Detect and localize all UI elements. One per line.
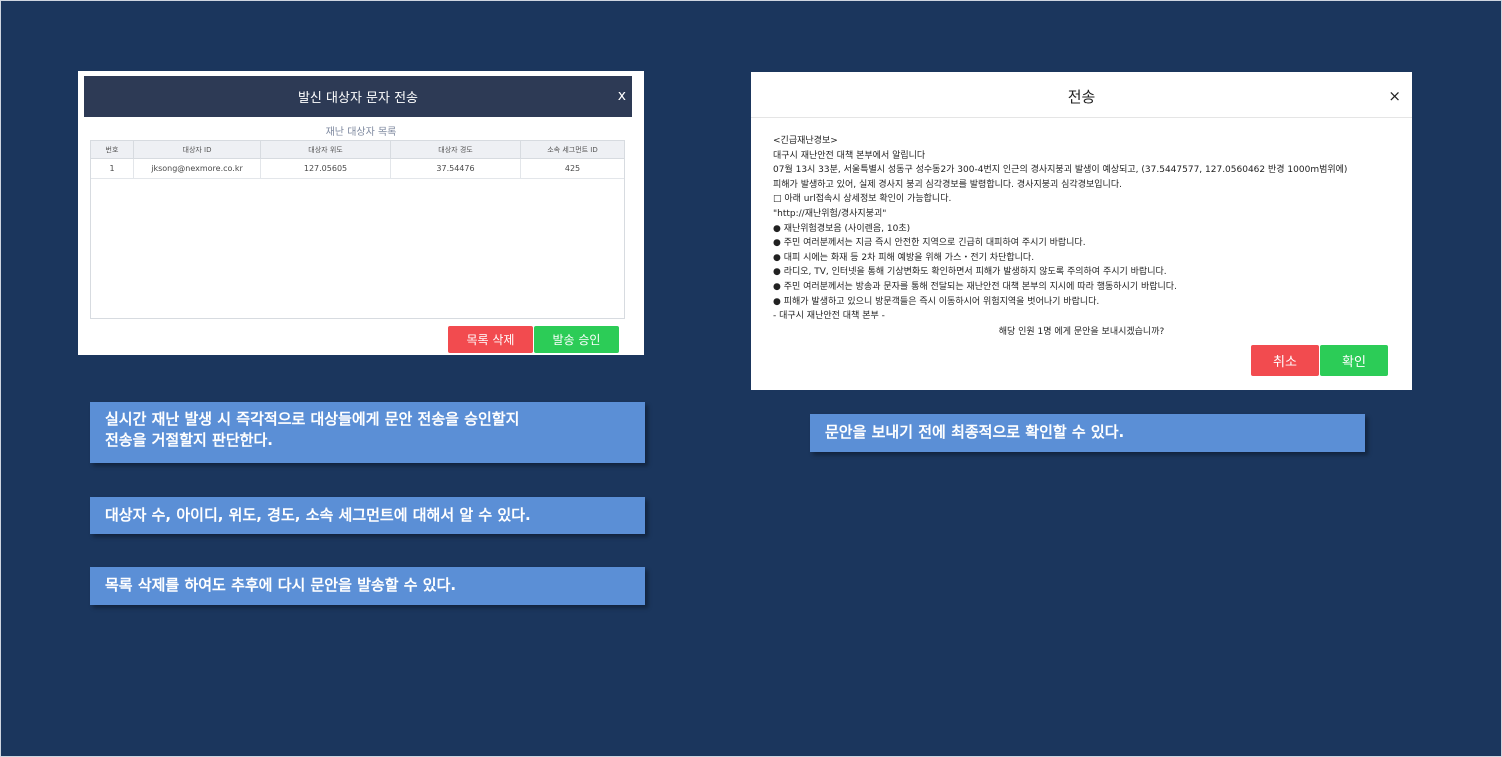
message-body: <긴급재난경보> 대구시 재난안전 대책 본부에서 알립니다 07월 13시 3… <box>773 134 1403 324</box>
caption-target-info: 대상자 수, 아이디, 위도, 경도, 소속 세그먼트에 대해서 알 수 있다. <box>90 497 645 534</box>
message-line: ● 대피 시에는 화재 등 2차 피해 예방을 위해 가스・전기 차단합니다. <box>773 252 1035 263</box>
dialog-header: 발신 대상자 문자 전송 x <box>84 76 632 117</box>
message-line: ● 주민 여러분께서는 지금 즉시 안전한 지역으로 긴급히 대피하여 주시기 … <box>773 238 1086 249</box>
column-header: 대상자 경도 <box>390 141 521 159</box>
cancel-button[interactable]: 취소 <box>1251 345 1319 376</box>
message-line: ● 라디오, TV, 인터넷을 통해 기상변화도 확인하면서 피해가 발생하지 … <box>773 267 1167 278</box>
message-line: ● 피해가 발생하고 있으니 방문객들은 즉시 이동하시어 위험지역을 벗어나기… <box>773 296 1100 307</box>
caption-line: 전송을 거절할지 판단한다. <box>105 431 273 449</box>
dialog-title: 전송 <box>1067 88 1096 106</box>
divider <box>751 117 1412 118</box>
message-line: □ 아래 url접속시 상세정보 확인이 가능합니다. <box>773 194 952 205</box>
caption-line: 목록 삭제를 하여도 추후에 다시 문안을 발송할 수 있다. <box>105 576 457 594</box>
column-header: 대상자 ID <box>133 141 261 159</box>
column-header: 번호 <box>91 141 134 159</box>
table-header-row: 번호 대상자 ID 대상자 위도 대상자 경도 소속 세그먼트 ID <box>91 141 624 159</box>
dialog-title: 발신 대상자 문자 전송 <box>297 91 419 106</box>
close-icon[interactable]: x <box>618 88 626 104</box>
table-cell: 127.05605 <box>260 158 391 179</box>
target-table: 번호 대상자 ID 대상자 위도 대상자 경도 소속 세그먼트 ID 1 jks… <box>90 140 625 319</box>
message-line: 피해가 발생하고 있어, 실제 경사지 붕괴 심각경보를 발령합니다. 경사지붕… <box>773 179 1122 190</box>
message-line: "http://재난위험/경사지붕괴" <box>773 208 887 219</box>
message-line: - 대구시 재난안전 대책 본부 - <box>773 311 885 322</box>
confirm-button[interactable]: 확인 <box>1320 345 1388 376</box>
table-row[interactable]: 1 jksong@nexmore.co.kr 127.05605 37.5447… <box>91 158 624 179</box>
send-confirm-dialog: 전송 × <긴급재난경보> 대구시 재난안전 대책 본부에서 알립니다 07월 … <box>751 72 1412 390</box>
delete-list-button[interactable]: 목록 삭제 <box>448 326 533 353</box>
message-line: 07월 13시 33분, 서울특별시 성동구 성수동2가 300-4번지 인근의… <box>773 165 1348 176</box>
caption-approve-or-reject: 실시간 재난 발생 시 즉각적으로 대상들에게 문안 전송을 승인할지 전송을 … <box>90 402 645 463</box>
caption-delete-list: 목록 삭제를 하여도 추후에 다시 문안을 발송할 수 있다. <box>90 567 645 605</box>
column-header: 소속 세그먼트 ID <box>520 141 624 159</box>
message-line: ● 주민 여러분께서는 방송과 문자를 통해 전달되는 재난안전 대책 본부의 … <box>773 281 1177 292</box>
caption-final-check: 문안을 보내기 전에 최종적으로 확인할 수 있다. <box>810 414 1365 452</box>
table-cell: 37.54476 <box>390 158 521 179</box>
send-target-dialog: 발신 대상자 문자 전송 x 재난 대상자 목록 번호 대상자 ID 대상자 위… <box>78 71 644 355</box>
table-cell: 1 <box>91 158 134 179</box>
caption-line: 대상자 수, 아이디, 위도, 경도, 소속 세그먼트에 대해서 알 수 있다. <box>105 506 531 524</box>
message-line: 대구시 재난안전 대책 본부에서 알립니다 <box>773 150 926 161</box>
table-cell: 425 <box>520 158 624 179</box>
caption-line: 실시간 재난 발생 시 즉각적으로 대상들에게 문안 전송을 승인할지 <box>105 410 520 428</box>
confirm-question: 해당 인원 1명 에게 문안을 보내시겠습니까? <box>998 327 1165 337</box>
table-subtitle: 재난 대상자 목록 <box>325 127 397 138</box>
message-line: <긴급재난경보> <box>773 136 838 146</box>
close-icon[interactable]: × <box>1388 87 1401 105</box>
table-cell: jksong@nexmore.co.kr <box>133 158 261 179</box>
approve-send-button[interactable]: 발송 승인 <box>534 326 619 353</box>
caption-line: 문안을 보내기 전에 최종적으로 확인할 수 있다. <box>825 423 1125 441</box>
column-header: 대상자 위도 <box>260 141 391 159</box>
message-line: ● 재난위험경보음 (사이렌음, 10초) <box>773 223 911 234</box>
